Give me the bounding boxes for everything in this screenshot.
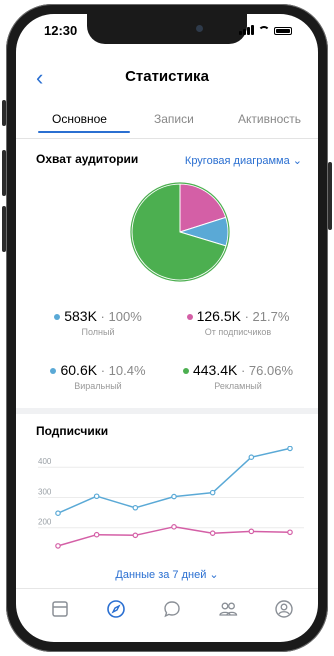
stat-dot	[182, 368, 189, 375]
side-button	[2, 100, 6, 126]
header: ‹ Статистика	[16, 66, 318, 94]
stat-dot	[50, 368, 57, 375]
volume-down-button	[2, 206, 6, 252]
tab-bar: Основное Записи Активность	[16, 110, 318, 139]
stat-viral: 60.6K · 10.4% Виральный	[28, 362, 168, 391]
reach-title: Охват аудитории	[36, 152, 139, 166]
data-point	[132, 532, 139, 539]
status-time: 12:30	[44, 23, 78, 38]
period-dropdown[interactable]: Данные за 7 дней ⌄	[16, 568, 318, 581]
screen: 12:30 ‹ Статистика Основное Записи Актив…	[16, 14, 318, 642]
subscribers-line-chart: 400 300 200	[38, 446, 304, 549]
tab-activity[interactable]: Активность	[238, 112, 301, 126]
stat-dot	[54, 314, 61, 321]
message-icon[interactable]	[162, 599, 182, 619]
stat-percent: 10.4%	[108, 363, 146, 378]
data-point	[55, 543, 61, 549]
tab-posts[interactable]: Записи	[154, 112, 194, 126]
friends-icon[interactable]	[218, 599, 238, 619]
series-line	[57, 526, 291, 547]
stat-value: 583K	[64, 308, 97, 324]
volume-up-button	[2, 150, 6, 196]
bottom-nav	[16, 588, 318, 633]
reach-pie-chart	[130, 182, 230, 282]
stat-subscribers: 126.5K · 21.7% От подписчиков	[168, 308, 308, 337]
y-tick-label: 400	[38, 457, 52, 466]
data-point	[248, 454, 255, 461]
stat-label: Виральный	[74, 381, 122, 391]
page-title: Статистика	[125, 68, 209, 85]
stat-value: 126.5K	[196, 308, 241, 324]
stat-label: Рекламный	[214, 381, 262, 391]
data-point	[248, 528, 255, 535]
compass-icon[interactable]	[106, 599, 126, 619]
data-point	[93, 493, 100, 500]
battery-icon	[274, 27, 292, 35]
profile-icon[interactable]	[274, 599, 294, 619]
data-point	[209, 530, 216, 536]
series-line	[57, 447, 291, 514]
feed-icon[interactable]	[50, 599, 70, 619]
status-bar: 12:30	[16, 22, 318, 42]
stat-value: 60.6K	[60, 362, 98, 378]
data-point	[93, 531, 100, 538]
tab-underline	[38, 131, 130, 133]
chart-type-dropdown[interactable]: Круговая диаграмма ⌄	[185, 154, 302, 167]
power-button	[328, 162, 332, 230]
stat-label: Полный	[81, 327, 115, 337]
stat-percent: 21.7%	[252, 309, 290, 324]
subscribers-title: Подписчики	[36, 424, 109, 438]
stat-ads: 443.4K · 76.06% Рекламный	[168, 362, 308, 391]
data-point	[171, 524, 177, 530]
status-icons	[239, 25, 292, 35]
data-point	[209, 489, 216, 496]
y-tick-label: 200	[38, 518, 52, 527]
stat-percent: 76.06%	[248, 363, 294, 378]
data-point	[287, 446, 293, 452]
y-tick-label: 300	[38, 487, 52, 496]
stat-label: От подписчиков	[204, 327, 272, 337]
stat-dot	[186, 314, 193, 321]
stat-percent: 100%	[108, 309, 142, 324]
wifi-icon	[258, 26, 270, 35]
stat-total: 583K · 100% Полный	[28, 308, 168, 337]
phone-frame: 12:30 ‹ Статистика Основное Записи Актив…	[2, 4, 332, 652]
data-point	[287, 529, 293, 536]
data-point	[171, 493, 177, 500]
tab-main[interactable]: Основное	[52, 112, 107, 126]
section-divider	[16, 408, 318, 414]
stat-value: 443.4K	[192, 362, 238, 378]
data-point	[55, 510, 61, 517]
signal-icon	[239, 25, 254, 35]
data-point	[132, 504, 139, 511]
